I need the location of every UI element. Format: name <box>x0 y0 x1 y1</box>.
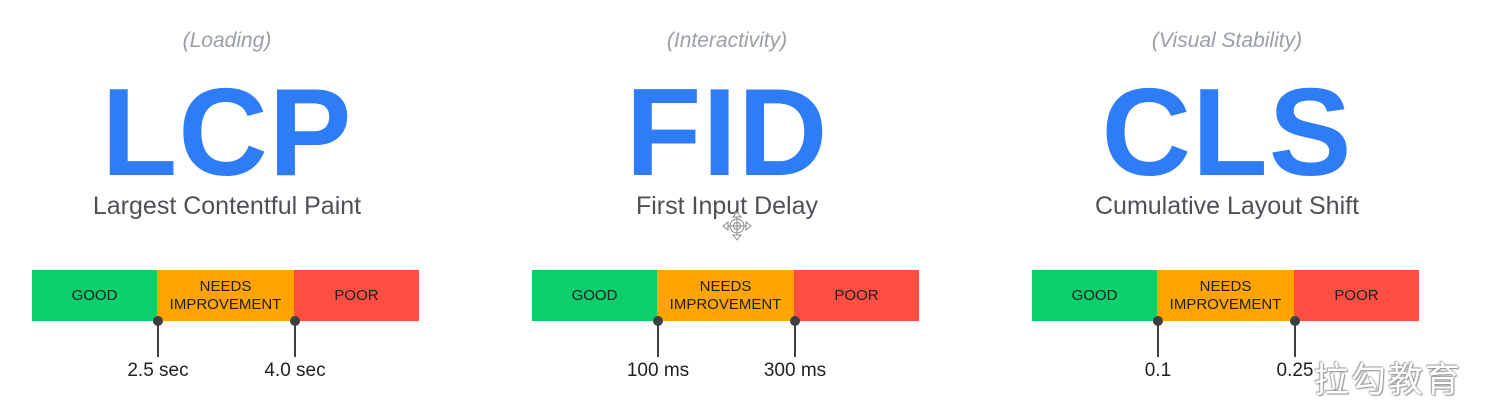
segment-poor: POOR <box>294 270 419 321</box>
metric-card-lcp: (Loading) LCP Largest Contentful Paint G… <box>32 0 422 403</box>
segment-needs-improvement: NEEDS IMPROVEMENT <box>157 270 294 321</box>
threshold-bar: GOOD NEEDS IMPROVEMENT POOR <box>532 270 919 321</box>
threshold-label-good: 0.1 <box>1144 360 1172 381</box>
threshold-marker <box>653 316 663 357</box>
metric-abbreviation: CLS <box>1101 64 1353 202</box>
segment-good: GOOD <box>532 270 657 321</box>
threshold-marker <box>1290 316 1300 357</box>
metric-abbreviation: FID <box>625 64 829 202</box>
threshold-marker <box>790 316 800 357</box>
metric-card-cls: (Visual Stability) CLS Cumulative Layout… <box>1032 0 1422 403</box>
metric-category: (Loading) <box>182 29 272 52</box>
threshold-bar: GOOD NEEDS IMPROVEMENT POOR <box>1032 270 1419 321</box>
move-cursor-icon <box>722 211 752 241</box>
metric-card-fid: (Interactivity) FID First Input Delay GO… <box>532 0 922 403</box>
threshold-marker <box>153 316 163 357</box>
threshold-label-good: 100 ms <box>626 360 690 381</box>
watermark: 拉勾教育 <box>1314 361 1463 401</box>
metric-category: (Visual Stability) <box>1151 29 1303 52</box>
metric-abbreviation: LCP <box>101 64 353 202</box>
threshold-label-poor: 300 ms <box>763 360 827 381</box>
metric-category: (Interactivity) <box>666 29 788 52</box>
metric-full-name: Cumulative Layout Shift <box>1094 192 1360 220</box>
threshold-bar: GOOD NEEDS IMPROVEMENT POOR <box>32 270 419 321</box>
segment-needs-improvement: NEEDS IMPROVEMENT <box>657 270 794 321</box>
segment-good: GOOD <box>32 270 157 321</box>
segment-needs-improvement: NEEDS IMPROVEMENT <box>1157 270 1294 321</box>
segment-poor: POOR <box>794 270 919 321</box>
threshold-marker <box>290 316 300 357</box>
threshold-marker <box>1153 316 1163 357</box>
threshold-label-good: 2.5 sec <box>127 360 189 381</box>
threshold-label-poor: 4.0 sec <box>264 360 326 381</box>
segment-poor: POOR <box>1294 270 1419 321</box>
metric-full-name: Largest Contentful Paint <box>92 192 362 220</box>
segment-good: GOOD <box>1032 270 1157 321</box>
